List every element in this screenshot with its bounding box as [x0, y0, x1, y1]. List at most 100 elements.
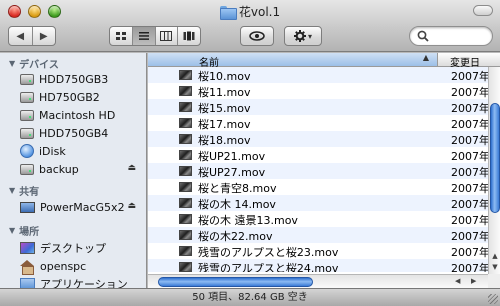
sidebar-item-label: openspc: [40, 259, 87, 273]
movie-thumbnail-icon: [179, 198, 192, 208]
file-row[interactable]: 残雪のアルプスと桜23.mov 2007年: [148, 243, 488, 259]
search-icon: [417, 30, 429, 42]
eye-icon: [249, 31, 265, 41]
file-name: 桜11.mov: [198, 86, 251, 99]
file-row[interactable]: 桜の木 14.mov 2007年: [148, 195, 488, 211]
file-row[interactable]: 残雪のアルプスと桜24.mov 2007年: [148, 259, 488, 272]
folder-icon: [219, 5, 237, 20]
file-name: 桜の木22.mov: [198, 230, 273, 243]
search-field[interactable]: [409, 26, 493, 46]
sidebar-header-label: 共有: [19, 186, 40, 198]
movie-thumbnail-icon: [179, 214, 192, 224]
resize-grip-icon[interactable]: [488, 294, 498, 304]
file-row[interactable]: 桜と青空8.mov 2007年: [148, 179, 488, 195]
sort-ascending-icon: ▲: [422, 53, 429, 62]
list-view-button[interactable]: [131, 27, 155, 45]
status-text: 50 項目、82.64 GB 空き: [192, 292, 308, 303]
scroll-down-arrow-icon[interactable]: ▼: [489, 263, 500, 271]
sidebar-item-applications[interactable]: アプリケーション: [20, 275, 142, 288]
sidebar-item-desktop[interactable]: デスクトップ: [20, 239, 142, 257]
idisk-icon: [20, 144, 34, 158]
movie-thumbnail-icon: [179, 230, 192, 240]
file-name: 桜15.mov: [198, 102, 251, 115]
sidebar-item-label: HDD750GB4: [39, 126, 109, 140]
horizontal-scroll-thumb[interactable]: [158, 277, 313, 287]
movie-thumbnail-icon: [179, 70, 192, 80]
action-menu-button[interactable]: ▾: [284, 26, 322, 46]
hard-disk-icon: [20, 109, 34, 121]
sidebar-item-hd750gb2[interactable]: HD750GB2: [20, 88, 142, 106]
file-row[interactable]: 桜18.mov 2007年: [148, 131, 488, 147]
home-icon: [20, 259, 35, 275]
eject-icon[interactable]: ⏏: [127, 201, 136, 211]
back-button[interactable]: ◀: [9, 27, 32, 45]
sidebar-section-devices[interactable]: ▼ デバイス: [9, 56, 59, 71]
icon-view-button[interactable]: [110, 27, 132, 45]
column-view-button[interactable]: [154, 27, 178, 45]
chevron-down-icon: ▾: [307, 31, 312, 41]
file-date: 2007年: [451, 102, 488, 115]
file-name: 桜と青空8.mov: [198, 182, 277, 195]
sidebar-item-powermacg5x2[interactable]: PowerMacG5x2 ⏏: [20, 198, 142, 216]
movie-thumbnail-icon: [179, 118, 192, 128]
file-name: 桜UP27.mov: [198, 166, 266, 179]
desktop-icon: [20, 242, 35, 254]
vertical-scrollbar[interactable]: ▲ ▼: [488, 67, 500, 274]
sidebar-item-label: デスクトップ: [40, 242, 106, 255]
hard-disk-icon: [20, 73, 34, 85]
file-date: 2007年: [451, 198, 488, 211]
sidebar-header-label: 場所: [19, 226, 40, 238]
sidebar-item-hdd750gb3[interactable]: HDD750GB3: [20, 70, 142, 88]
file-name: 残雪のアルプスと桜24.mov: [198, 262, 339, 272]
column-header-name[interactable]: 名前 ▲: [148, 53, 438, 69]
file-date: 2007年: [451, 230, 488, 243]
sidebar-section-shared[interactable]: ▼ 共有: [9, 183, 40, 198]
file-row[interactable]: 桜UP21.mov 2007年: [148, 147, 488, 163]
scroll-up-arrow-icon[interactable]: ▲: [489, 252, 500, 260]
movie-thumbnail-icon: [179, 134, 192, 144]
forward-button[interactable]: ▶: [31, 27, 56, 45]
file-row[interactable]: 桜UP27.mov 2007年: [148, 163, 488, 179]
file-name: 桜の木 遠景13.mov: [198, 214, 298, 227]
file-row[interactable]: 桜11.mov 2007年: [148, 83, 488, 99]
monitor-icon: [20, 201, 35, 213]
movie-thumbnail-icon: [179, 150, 192, 160]
file-row[interactable]: 桜の木22.mov 2007年: [148, 227, 488, 243]
movie-thumbnail-icon: [179, 86, 192, 96]
movie-thumbnail-icon: [179, 166, 192, 176]
forward-arrow-icon: ▶: [39, 30, 48, 42]
sidebar-section-places[interactable]: ▼ 場所: [9, 223, 40, 238]
file-row[interactable]: 桜15.mov 2007年: [148, 99, 488, 115]
eject-icon[interactable]: ⏏: [127, 163, 136, 173]
disclosure-triangle-icon: ▼: [9, 225, 16, 235]
sidebar-item-hdd750gb4[interactable]: HDD750GB4: [20, 124, 142, 142]
cover-flow-icon: [183, 31, 195, 41]
sidebar-item-openspc[interactable]: openspc: [20, 257, 142, 275]
disclosure-triangle-icon: ▼: [9, 185, 16, 195]
file-row[interactable]: 桜10.mov 2007年: [148, 67, 488, 83]
file-list: 名前 ▲ 変更日 桜10.mov 2007年 桜11.mov 2007年 桜15.m…: [148, 53, 500, 288]
vertical-scroll-thumb[interactable]: [490, 103, 500, 213]
icon-view-icon: [115, 32, 126, 40]
horizontal-scrollbar[interactable]: ◀ ▶: [148, 274, 488, 288]
file-date: 2007年: [451, 150, 488, 163]
file-row[interactable]: 桜の木 遠景13.mov 2007年: [148, 211, 488, 227]
sidebar-item-macintosh-hd[interactable]: Macintosh HD: [20, 106, 142, 124]
sidebar-item-label: PowerMacG5x2: [40, 200, 125, 214]
scroll-left-arrow-icon[interactable]: ◀: [455, 277, 460, 285]
title-toolbar: 花vol.1 ◀ ▶ ▾: [0, 0, 500, 52]
movie-thumbnail-icon: [179, 182, 192, 192]
file-row[interactable]: 桜17.mov 2007年: [148, 115, 488, 131]
quick-look-button[interactable]: [240, 26, 274, 46]
sidebar-item-label: Macintosh HD: [39, 108, 116, 122]
view-mode-control: [109, 26, 201, 46]
sidebar-item-label: アプリケーション: [40, 278, 128, 288]
disclosure-triangle-icon: ▼: [9, 58, 16, 68]
sidebar-item-idisk[interactable]: iDisk: [20, 142, 142, 160]
finder-window: 花vol.1 ◀ ▶ ▾ ▼ デバイス HDD750GB3 HD750GB2 M…: [0, 0, 500, 306]
hard-disk-icon: [20, 127, 34, 139]
cover-flow-button[interactable]: [177, 27, 200, 45]
sidebar-item-backup[interactable]: backup ⏏: [20, 160, 142, 178]
file-name: 桜10.mov: [198, 70, 251, 83]
scroll-right-arrow-icon[interactable]: ▶: [471, 277, 476, 285]
